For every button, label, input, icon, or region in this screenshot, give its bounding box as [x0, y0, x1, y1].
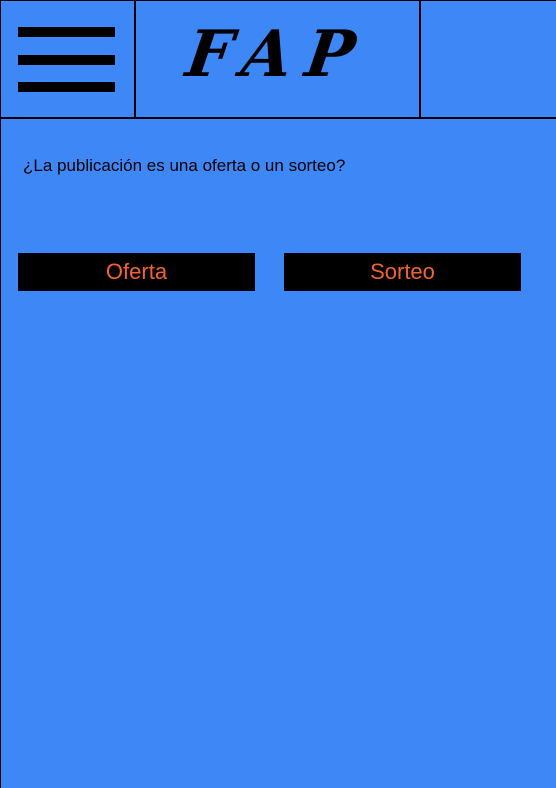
hamburger-bar — [18, 27, 115, 37]
oferta-button[interactable]: Oferta — [18, 253, 255, 291]
hamburger-bar — [18, 82, 115, 92]
app-screen: FAP ¿La publicación es una oferta o un s… — [0, 0, 556, 788]
hamburger-bar — [18, 55, 115, 65]
app-logo: FAP — [181, 17, 374, 92]
question-text: ¿La publicación es una oferta o un sorte… — [23, 156, 346, 175]
sorteo-button[interactable]: Sorteo — [284, 253, 521, 291]
menu-button[interactable] — [1, 1, 136, 118]
app-header: FAP — [1, 0, 556, 119]
header-right-cell — [421, 1, 556, 118]
logo-cell: FAP — [136, 1, 421, 118]
hamburger-icon[interactable] — [18, 27, 115, 93]
